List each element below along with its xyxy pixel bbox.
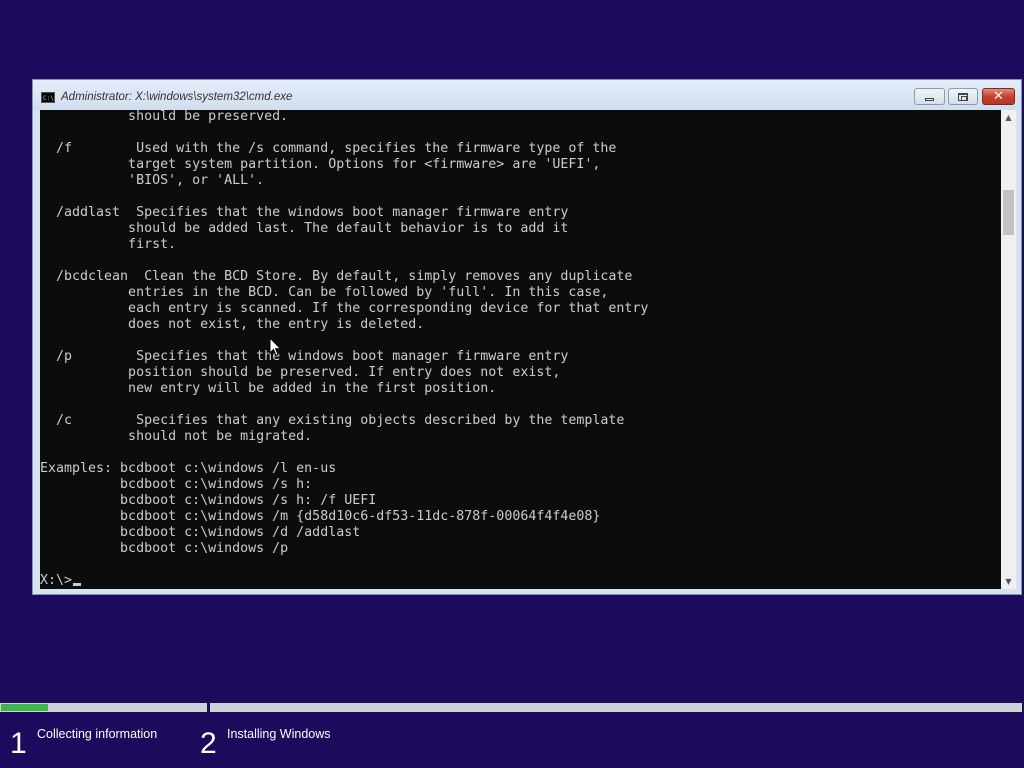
text-cursor <box>73 583 82 586</box>
cmd-window[interactable]: C:\ Administrator: X:\windows\system32\c… <box>32 79 1022 595</box>
progress-segment-installing <box>210 703 1022 712</box>
maximize-button[interactable] <box>948 88 978 105</box>
step-2-label: Installing Windows <box>227 727 331 741</box>
console-line: bcdboot c:\windows /s h: <box>40 477 313 492</box>
window-title: Administrator: X:\windows\system32\cmd.e… <box>61 91 293 103</box>
console-line: 'BIOS', or 'ALL'. <box>40 173 265 188</box>
console-line: position should be preserved. If entry d… <box>40 365 561 380</box>
step-1-label: Collecting information <box>37 727 158 741</box>
window-titlebar[interactable]: C:\ Administrator: X:\windows\system32\c… <box>33 80 1021 110</box>
close-icon: ✕ <box>993 89 1004 104</box>
console-text: should be preserved. /f Used with the /s… <box>40 110 648 556</box>
scroll-down-icon[interactable]: ▼ <box>1001 574 1016 589</box>
minimize-button[interactable] <box>914 88 945 105</box>
console-line: new entry will be added in the first pos… <box>40 381 497 396</box>
console-line: should not be migrated. <box>40 429 313 444</box>
console-line: each entry is scanned. If the correspond… <box>40 301 649 316</box>
mouse-pointer-icon <box>269 337 282 357</box>
vertical-scrollbar[interactable]: ▲ ▼ <box>1001 110 1016 589</box>
console-line: Examples: bcdboot c:\windows /l en-us <box>40 461 337 476</box>
console-line: bcdboot c:\windows /d /addlast <box>40 525 361 540</box>
close-button[interactable]: ✕ <box>982 88 1015 105</box>
progress-segment-collecting <box>0 703 207 712</box>
console-line: entries in the BCD. Can be followed by '… <box>40 285 609 300</box>
console-line: should be preserved. <box>40 110 289 124</box>
scroll-thumb[interactable] <box>1003 190 1014 235</box>
console-line: first. <box>40 237 177 252</box>
console-line: target system partition. Options for <fi… <box>40 157 601 172</box>
console-line: /p Specifies that the windows boot manag… <box>40 349 569 364</box>
cmd-icon: C:\ <box>41 92 55 103</box>
console-line: should be added last. The default behavi… <box>40 221 569 236</box>
console-line: /bcdclean Clean the BCD Store. By defaul… <box>40 269 633 284</box>
progress-fill <box>1 704 48 711</box>
scroll-up-icon[interactable]: ▲ <box>1001 110 1016 125</box>
console-line: does not exist, the entry is deleted. <box>40 317 425 332</box>
console-line: bcdboot c:\windows /m {d58d10c6-df53-11d… <box>40 509 601 524</box>
console-line: bcdboot c:\windows /p <box>40 541 289 556</box>
step-1-number: 1 <box>10 727 27 760</box>
console-line: /addlast Specifies that the windows boot… <box>40 205 569 220</box>
step-2-number: 2 <box>200 727 217 760</box>
console-output[interactable]: should be preserved. /f Used with the /s… <box>40 110 1001 589</box>
console-line: /c Specifies that any existing objects d… <box>40 413 625 428</box>
console-line: /f Used with the /s command, specifies t… <box>40 141 617 156</box>
command-prompt[interactable]: X:\> <box>40 573 72 588</box>
setup-progress-bar <box>0 703 1024 712</box>
console-line: bcdboot c:\windows /s h: /f UEFI <box>40 493 377 508</box>
maximize-icon <box>958 92 968 101</box>
minimize-icon <box>925 97 934 101</box>
